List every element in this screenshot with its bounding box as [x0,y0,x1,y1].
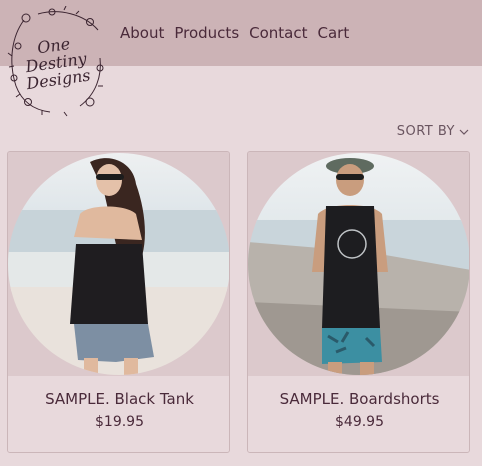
product-card[interactable]: SAMPLE. Boardshorts $49.95 [247,151,470,453]
nav-about-link[interactable]: About [120,24,164,42]
brand-logo-text: One Destiny Designs [0,0,115,125]
product-info: SAMPLE. Boardshorts $49.95 [248,376,469,452]
nav-cart-link[interactable]: Cart [318,24,350,42]
nav-contact-link[interactable]: Contact [249,24,307,42]
chevron-down-icon [459,129,469,135]
product-price: $49.95 [335,414,384,430]
sort-by-label: SORT BY [396,124,455,139]
nav-products-link[interactable]: Products [174,24,239,42]
product-price: $19.95 [95,414,144,430]
brand-logo[interactable]: One Destiny Designs [4,6,108,118]
sort-by-dropdown[interactable]: SORT BY [397,124,469,139]
product-name[interactable]: SAMPLE. Boardshorts [248,390,469,408]
product-card[interactable]: SAMPLE. Black Tank $19.95 [7,151,230,453]
product-image-black-tank[interactable] [8,152,229,376]
main-nav: About Products Contact Cart [120,24,349,42]
product-image-boardshorts[interactable] [248,152,469,376]
product-name[interactable]: SAMPLE. Black Tank [8,390,229,408]
product-info: SAMPLE. Black Tank $19.95 [8,376,229,452]
